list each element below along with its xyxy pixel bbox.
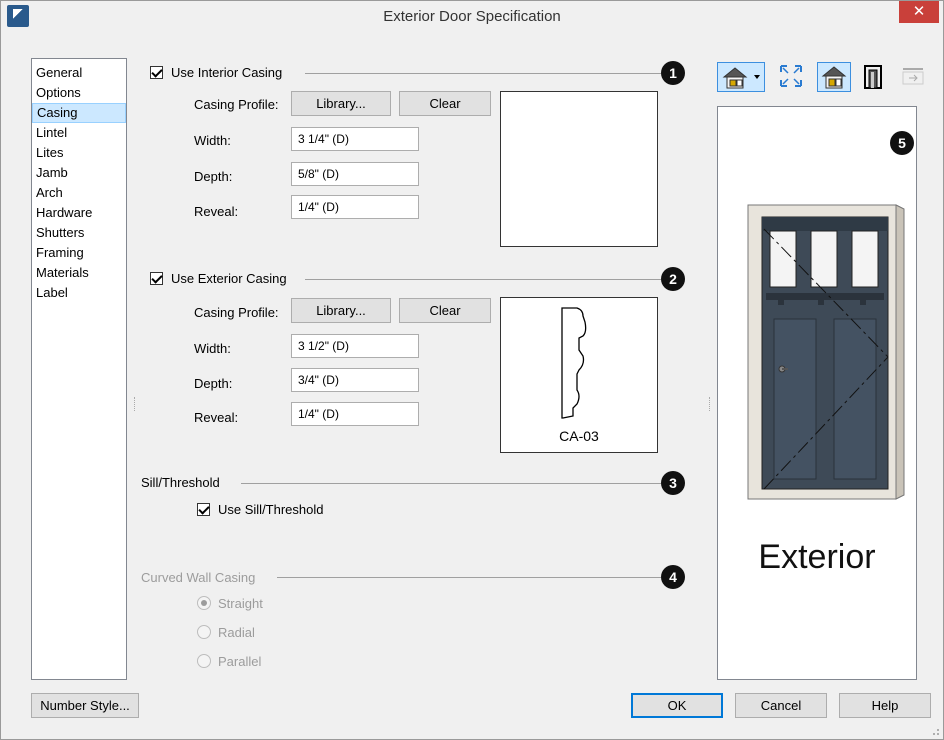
cancel-button[interactable]: Cancel: [735, 693, 827, 718]
reverse-swing-button[interactable]: [899, 62, 927, 92]
exterior-library-button[interactable]: Library...: [291, 298, 391, 323]
nav-item-shutters[interactable]: Shutters: [32, 223, 126, 243]
interior-reveal-label: Reveal:: [194, 204, 239, 219]
use-interior-casing-checkbox[interactable]: [150, 66, 163, 79]
door-casing-icon: [864, 65, 882, 89]
radial-radio[interactable]: [197, 625, 211, 639]
interior-casing-profile-label: Casing Profile:: [194, 97, 279, 112]
ok-button[interactable]: OK: [631, 693, 723, 718]
preview-caption: Exterior: [758, 538, 876, 576]
nav-item-options[interactable]: Options: [32, 83, 126, 103]
left-splitter[interactable]: [134, 397, 136, 411]
interior-clear-button[interactable]: Clear: [399, 91, 491, 116]
section-divider: [305, 73, 661, 74]
callout-4: 4: [661, 565, 685, 589]
nav-item-hardware[interactable]: Hardware: [32, 203, 126, 223]
door-illustration: [747, 204, 905, 500]
category-list[interactable]: General Options Casing Lintel Lites Jamb…: [31, 58, 127, 680]
section-divider: [241, 483, 661, 484]
interior-reveal-input[interactable]: 1/4" (D): [291, 195, 419, 219]
nav-item-label[interactable]: Label: [32, 283, 126, 303]
use-exterior-casing-label: Use Exterior Casing: [171, 271, 287, 286]
nav-item-arch[interactable]: Arch: [32, 183, 126, 203]
exterior-casing-profile-preview: CA-03: [500, 297, 658, 453]
interior-width-label: Width:: [194, 133, 231, 148]
use-sill-threshold-label: Use Sill/Threshold: [218, 502, 324, 517]
nav-item-general[interactable]: General: [32, 63, 126, 83]
radial-label: Radial: [218, 625, 255, 640]
exterior-reveal-label: Reveal:: [194, 410, 239, 425]
resize-grip-icon[interactable]: [930, 726, 940, 736]
door-casing-button[interactable]: [859, 62, 887, 92]
reverse-swing-icon: [902, 68, 924, 85]
use-sill-threshold-checkbox[interactable]: [197, 503, 210, 516]
interior-library-button[interactable]: Library...: [291, 91, 391, 116]
exterior-depth-label: Depth:: [194, 376, 233, 391]
right-splitter[interactable]: [709, 397, 711, 411]
profile-name: CA-03: [559, 428, 599, 444]
nav-item-framing[interactable]: Framing: [32, 243, 126, 263]
exterior-width-input[interactable]: 3 1/2" (D): [291, 334, 419, 358]
help-button[interactable]: Help: [839, 693, 931, 718]
use-exterior-casing-checkbox[interactable]: [150, 272, 163, 285]
close-button[interactable]: ✕: [899, 1, 939, 23]
color-mode-icon: [821, 66, 847, 89]
interior-casing-profile-preview: [500, 91, 658, 247]
house-view-dropdown-button[interactable]: [717, 62, 765, 92]
fill-window-icon: [780, 65, 802, 87]
exterior-depth-input[interactable]: 3/4" (D): [291, 368, 419, 392]
nav-item-lites[interactable]: Lites: [32, 143, 126, 163]
use-interior-casing-label: Use Interior Casing: [171, 65, 283, 80]
callout-3: 3: [661, 471, 685, 495]
straight-label: Straight: [218, 596, 263, 611]
nav-item-lintel[interactable]: Lintel: [32, 123, 126, 143]
nav-item-materials[interactable]: Materials: [32, 263, 126, 283]
parallel-label: Parallel: [218, 654, 262, 669]
section-divider: [305, 279, 661, 280]
exterior-width-label: Width:: [194, 341, 231, 356]
exterior-reveal-input[interactable]: 1/4" (D): [291, 402, 419, 426]
dialog-window: Exterior Door Specification ✕ General Op…: [0, 0, 944, 740]
number-style-button[interactable]: Number Style...: [31, 693, 139, 718]
parallel-radio[interactable]: [197, 654, 211, 668]
interior-depth-input[interactable]: 5/8" (D): [291, 162, 419, 186]
curved-wall-casing-section-label: Curved Wall Casing: [141, 570, 256, 585]
interior-depth-label: Depth:: [194, 169, 233, 184]
nav-item-casing[interactable]: Casing: [32, 103, 126, 123]
exterior-clear-button[interactable]: Clear: [399, 298, 491, 323]
color-mode-button[interactable]: [817, 62, 851, 92]
title-bar: Exterior Door Specification ✕: [1, 1, 943, 31]
interior-width-input[interactable]: 3 1/4" (D): [291, 127, 419, 151]
door-3d-preview: 5 Exterior: [717, 106, 917, 680]
window-title: Exterior Door Specification: [383, 8, 561, 25]
exterior-casing-profile-label: Casing Profile:: [194, 305, 279, 320]
house-view-icon: [722, 67, 760, 89]
straight-radio[interactable]: [197, 596, 211, 610]
nav-item-jamb[interactable]: Jamb: [32, 163, 126, 183]
sill-threshold-section-label: Sill/Threshold: [141, 475, 220, 490]
callout-1: 1: [661, 61, 685, 85]
section-divider: [277, 577, 661, 578]
callout-2: 2: [661, 267, 685, 291]
fill-window-button[interactable]: [777, 62, 805, 92]
